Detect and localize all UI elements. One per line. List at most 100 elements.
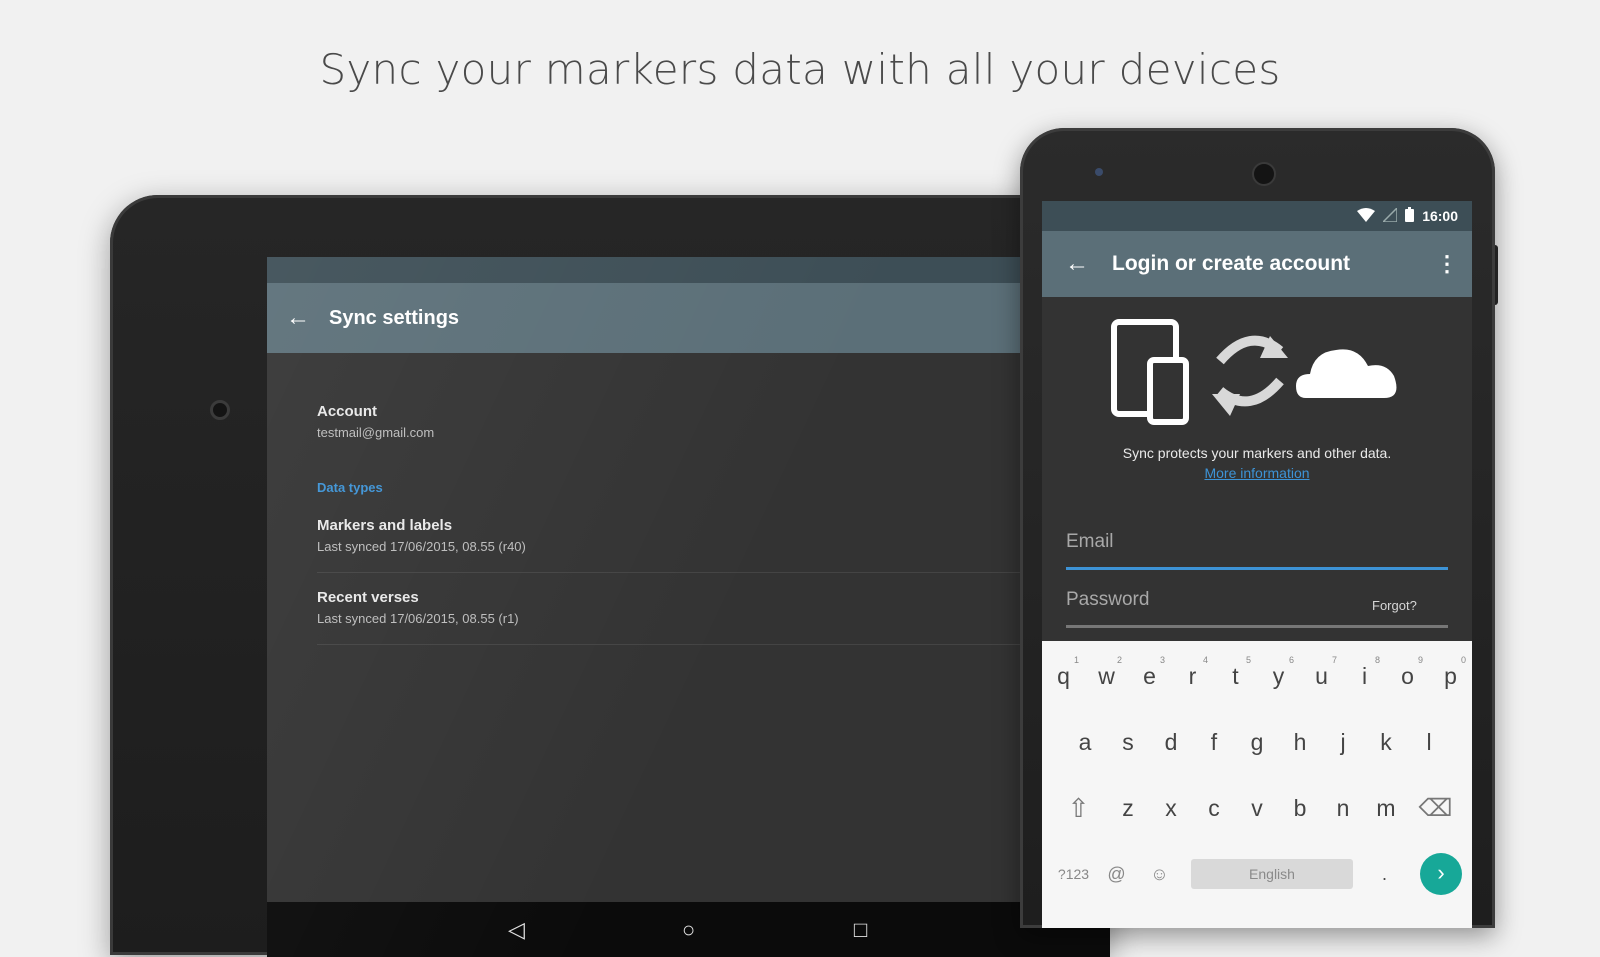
list-item-title: Recent verses [317, 589, 419, 606]
tablet-status-bar [267, 257, 1110, 283]
key-c[interactable]: c [1193, 795, 1236, 822]
key-hint: 6 [1288, 655, 1294, 665]
list-item-subtitle: Last synced 17/06/2015, 08.55 (r40) [317, 539, 526, 554]
symbols-key[interactable]: ?123 [1052, 866, 1095, 882]
period-key[interactable]: . [1363, 864, 1406, 885]
account-label: Account [317, 403, 377, 420]
key-r[interactable]: r [1189, 663, 1197, 689]
tablet-device: ← Sync settings Account testmail@gmail.c… [110, 195, 1110, 957]
soft-keyboard: q1w2e3r4t5y6u7i8o9p0 asdfghjkl ⇧ zxcvbnm… [1042, 641, 1472, 928]
key-cell: q1 [1042, 655, 1085, 690]
key-i[interactable]: i [1362, 663, 1367, 689]
key-hint: 5 [1245, 655, 1251, 665]
list-item[interactable]: Recent verses Last synced 17/06/2015, 08… [317, 573, 1110, 645]
key-l[interactable]: l [1408, 729, 1451, 756]
section-header-data-types: Data types [317, 480, 383, 495]
key-cell: p0 [1429, 655, 1472, 690]
account-email: testmail@gmail.com [317, 425, 435, 440]
phone-status-bar: 16:00 [1042, 201, 1472, 231]
cloud-icon [1296, 349, 1397, 398]
backspace-key[interactable]: ⌫ [1408, 794, 1464, 823]
sync-message: Sync protects your markers and other dat… [1122, 445, 1392, 461]
key-b[interactable]: b [1279, 795, 1322, 822]
settings-list: Account testmail@gmail.com Data types Ma… [267, 353, 1110, 645]
tablet-nav-bar: ◁ ○ □ [267, 902, 1110, 957]
more-vert-icon[interactable]: ⋮ [1422, 251, 1472, 277]
tablet-screen: ← Sync settings Account testmail@gmail.c… [267, 257, 1110, 957]
forgot-password-button[interactable]: Forgot? [1372, 598, 1417, 613]
emoji-icon[interactable]: ☺ [1138, 864, 1181, 885]
key-cell: w2 [1085, 655, 1128, 690]
key-y[interactable]: y [1273, 663, 1285, 689]
key-t[interactable]: t [1232, 663, 1238, 689]
password-underline [1066, 625, 1448, 628]
email-field[interactable]: Email [1066, 531, 1114, 553]
key-v[interactable]: v [1236, 795, 1279, 822]
nav-home-icon[interactable]: ○ [603, 917, 775, 943]
battery-icon [1405, 207, 1415, 225]
key-a[interactable]: a [1064, 729, 1107, 756]
sync-illustration [1111, 319, 1397, 425]
password-field[interactable]: Password [1066, 589, 1149, 611]
list-item[interactable]: Markers and labels Last synced 17/06/201… [317, 495, 1110, 573]
tablet-camera [210, 400, 230, 420]
phone-toolbar-title: Login or create account [1112, 252, 1351, 275]
phone-device: 16:00 ← Login or create account ⋮ Sync p… [1020, 128, 1495, 928]
key-q[interactable]: q [1057, 663, 1070, 689]
tablet-toolbar: ← Sync settings [267, 283, 1110, 353]
phone-toolbar: ← Login or create account ⋮ [1042, 231, 1472, 297]
key-cell: i8 [1343, 655, 1386, 690]
key-d[interactable]: d [1150, 729, 1193, 756]
key-cell: t5 [1214, 655, 1257, 690]
signal-icon [1381, 205, 1398, 225]
arrow-back-icon[interactable]: ← [1042, 250, 1112, 278]
devices-icon [1111, 319, 1189, 425]
list-item-subtitle: Last synced 17/06/2015, 08.55 (r1) [317, 611, 519, 626]
nav-recents-icon[interactable]: □ [775, 917, 947, 943]
headline: Sync your markers data with all your dev… [319, 45, 1281, 94]
key-hint: 7 [1331, 655, 1337, 665]
email-underline [1066, 567, 1448, 570]
enter-key[interactable]: › [1420, 853, 1462, 895]
key-e[interactable]: e [1143, 663, 1156, 689]
key-cell: r4 [1171, 655, 1214, 690]
key-hint: 0 [1460, 655, 1466, 665]
key-hint: 8 [1374, 655, 1380, 665]
key-o[interactable]: o [1401, 663, 1414, 689]
key-hint: 2 [1116, 655, 1122, 665]
key-m[interactable]: m [1365, 795, 1408, 822]
key-g[interactable]: g [1236, 729, 1279, 756]
phone-screen: 16:00 ← Login or create account ⋮ Sync p… [1042, 201, 1472, 928]
key-cell: u7 [1300, 655, 1343, 690]
key-hint: 9 [1417, 655, 1423, 665]
phone-sensor [1095, 168, 1103, 176]
more-information-link[interactable]: More information [1042, 465, 1472, 481]
key-k[interactable]: k [1365, 729, 1408, 756]
key-cell: y6 [1257, 655, 1300, 690]
phone-front-camera [1252, 162, 1276, 186]
key-n[interactable]: n [1322, 795, 1365, 822]
shift-key[interactable]: ⇧ [1051, 793, 1107, 824]
key-x[interactable]: x [1150, 795, 1193, 822]
wifi-icon [1357, 207, 1376, 225]
account-item[interactable]: Account testmail@gmail.com [317, 403, 1110, 440]
key-s[interactable]: s [1107, 729, 1150, 756]
key-f[interactable]: f [1193, 729, 1236, 756]
key-cell: o9 [1386, 655, 1429, 690]
key-u[interactable]: u [1315, 663, 1328, 689]
status-time: 16:00 [1422, 208, 1458, 224]
arrow-back-icon[interactable]: ← [267, 304, 329, 332]
key-cell: e3 [1128, 655, 1171, 690]
at-key[interactable]: @ [1095, 864, 1138, 885]
nav-back-icon[interactable]: ◁ [431, 917, 603, 943]
key-w[interactable]: w [1098, 663, 1115, 689]
key-hint: 3 [1159, 655, 1165, 665]
key-h[interactable]: h [1279, 729, 1322, 756]
key-p[interactable]: p [1444, 663, 1457, 689]
key-hint: 4 [1202, 655, 1208, 665]
list-item-title: Markers and labels [317, 517, 453, 534]
key-j[interactable]: j [1322, 729, 1365, 756]
space-key[interactable]: English [1191, 859, 1353, 889]
tablet-toolbar-title: Sync settings [329, 306, 460, 329]
key-z[interactable]: z [1107, 795, 1150, 822]
